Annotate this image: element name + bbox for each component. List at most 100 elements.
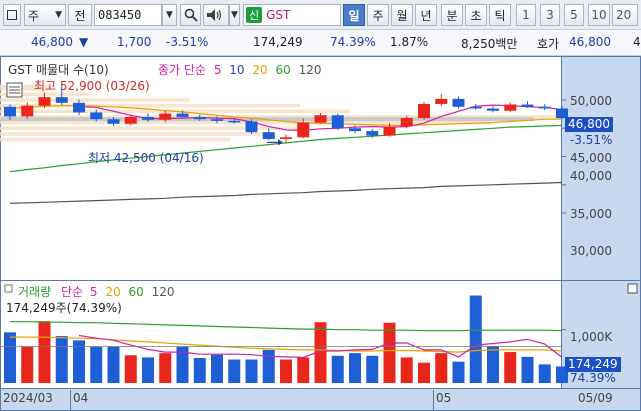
candle-down (452, 98, 465, 107)
candle-up (280, 137, 292, 139)
stock-code-input[interactable]: 083450 (94, 4, 162, 26)
period-tab-year[interactable]: 년 (415, 4, 437, 26)
period-tab-minute[interactable]: 분 (441, 4, 463, 26)
volume-bar (38, 321, 51, 383)
volume-current-tag: 174,249 (565, 357, 621, 372)
candle-up (297, 122, 310, 138)
volume-profile-band (0, 132, 270, 136)
period-tab-day[interactable]: 일 (343, 4, 365, 26)
volume-ma-legend-20: 20 (105, 285, 121, 299)
volume-panel-scroll-icon[interactable] (627, 283, 638, 294)
search-button[interactable] (180, 4, 201, 26)
current-price-tag: 46,800 (565, 117, 613, 132)
volume-ma-legend-5: 5 (89, 285, 98, 299)
candle-down (193, 116, 206, 120)
ma-legend-5: 5 (213, 63, 222, 77)
stock-chart[interactable] (0, 56, 641, 411)
volume-bar (159, 353, 172, 383)
price-axis-label: 30,000 (570, 244, 612, 258)
ask-extra: 4 (633, 35, 641, 49)
volume-profile-band (0, 98, 190, 102)
market-label: 주 (28, 8, 40, 23)
volume-value-text: 174,249주(74.39%) (6, 301, 122, 315)
volume-bar (262, 349, 275, 383)
window-menu-button[interactable] (3, 4, 21, 26)
candle-down (228, 120, 241, 123)
low-annotation: 최저 42,500 (04/16) (88, 151, 204, 165)
stock-code-value: 083450 (98, 8, 142, 22)
volume-ma-legend[interactable]: 거래량 단순 5 20 60 120 (18, 283, 174, 300)
date-axis-label: 04 (73, 391, 89, 405)
volume-bar (4, 332, 16, 383)
candle-down (211, 119, 223, 121)
change-percent: -3.51% (166, 35, 209, 49)
period-tab-label: 틱 (494, 8, 506, 23)
period-select[interactable]: 전 (68, 4, 92, 26)
speaker-icon (207, 9, 222, 21)
code-dropdown-button[interactable]: ▼ (162, 4, 177, 26)
interval-label: 3 (546, 8, 554, 22)
interval-button-3[interactable]: 3 (540, 4, 560, 26)
ma-legend-20: 20 (252, 63, 268, 77)
trading-amount: 8,250백만 (461, 37, 518, 51)
period-tab-second[interactable]: 초 (465, 4, 487, 26)
price-axis-label: 50,000 (570, 94, 612, 108)
turnover-ratio: 1.87% (390, 35, 429, 49)
volume-ma-legend-60: 60 (128, 285, 144, 299)
market-select[interactable]: 주 ▼ (24, 4, 66, 26)
high-annotation: 최고 52,900 (03/26) (34, 79, 150, 93)
volume-bar (55, 336, 68, 383)
period-tab-tick[interactable]: 틱 (489, 4, 511, 26)
period-tab-week[interactable]: 주 (367, 4, 389, 26)
candle-up (504, 104, 517, 111)
price-ma-legend[interactable]: 종가 단순 5 10 20 60 120 (158, 61, 322, 78)
volume-profile-title: GST 매물대 수(10) (8, 63, 109, 77)
candle-up (400, 118, 413, 127)
speaker-button[interactable] (203, 4, 229, 26)
date-axis-label: 2024/03 (3, 391, 53, 405)
speaker-dropdown-button[interactable]: ▼ (229, 4, 240, 26)
volume-ratio-tag: 74.39% (570, 371, 616, 385)
stock-name: GST (266, 8, 291, 22)
ask-price: 46,800 (569, 35, 611, 49)
candle-down (349, 128, 361, 132)
volume-legend-title: 거래량 (18, 285, 52, 299)
interval-button-20[interactable]: 20 (612, 4, 638, 26)
candle-up (418, 103, 430, 119)
volume-bar (280, 359, 292, 383)
chevron-down-icon: ▼ (166, 10, 173, 20)
interval-label: 20 (616, 8, 632, 22)
period-tab-label: 초 (470, 8, 482, 23)
price-axis-label: 45,000 (570, 151, 612, 165)
volume-bar (349, 353, 361, 383)
candle-down (55, 97, 68, 103)
chevron-down-icon: ▼ (231, 10, 238, 20)
candle-down (487, 108, 499, 111)
candle-up (38, 97, 51, 106)
volume-bar (124, 355, 137, 383)
price-collapse-icon[interactable] (4, 284, 13, 293)
date-axis-label: 05 (436, 391, 452, 405)
candle-up (159, 113, 172, 120)
date-axis-label: 05/09 (578, 391, 613, 405)
period-tab-label: 월 (396, 8, 408, 23)
stock-name-field[interactable]: 신 GST (243, 4, 341, 26)
interval-label: 10 (591, 8, 607, 22)
volume-bar (400, 357, 413, 383)
interval-button-5[interactable]: 5 (564, 4, 584, 26)
period-tab-label: 일 (348, 8, 360, 23)
period-tab-month[interactable]: 월 (391, 4, 413, 26)
candle-down (245, 121, 258, 133)
interval-button-10[interactable]: 10 (588, 4, 610, 26)
ma-legend-title: 종가 단순 (158, 63, 206, 77)
ma-legend-10: 10 (229, 63, 245, 77)
candle-up (314, 115, 327, 123)
candle-down (469, 106, 482, 109)
date-axis-bg (0, 388, 641, 411)
price-panel-title[interactable]: GST 매물대 수(10) (8, 61, 109, 78)
candle-down (521, 104, 534, 107)
interval-button-1[interactable]: 1 (516, 4, 536, 26)
chart-tool-icon[interactable] (6, 82, 23, 98)
period-tab-label: 년 (420, 8, 432, 23)
volume-bar (297, 357, 310, 383)
